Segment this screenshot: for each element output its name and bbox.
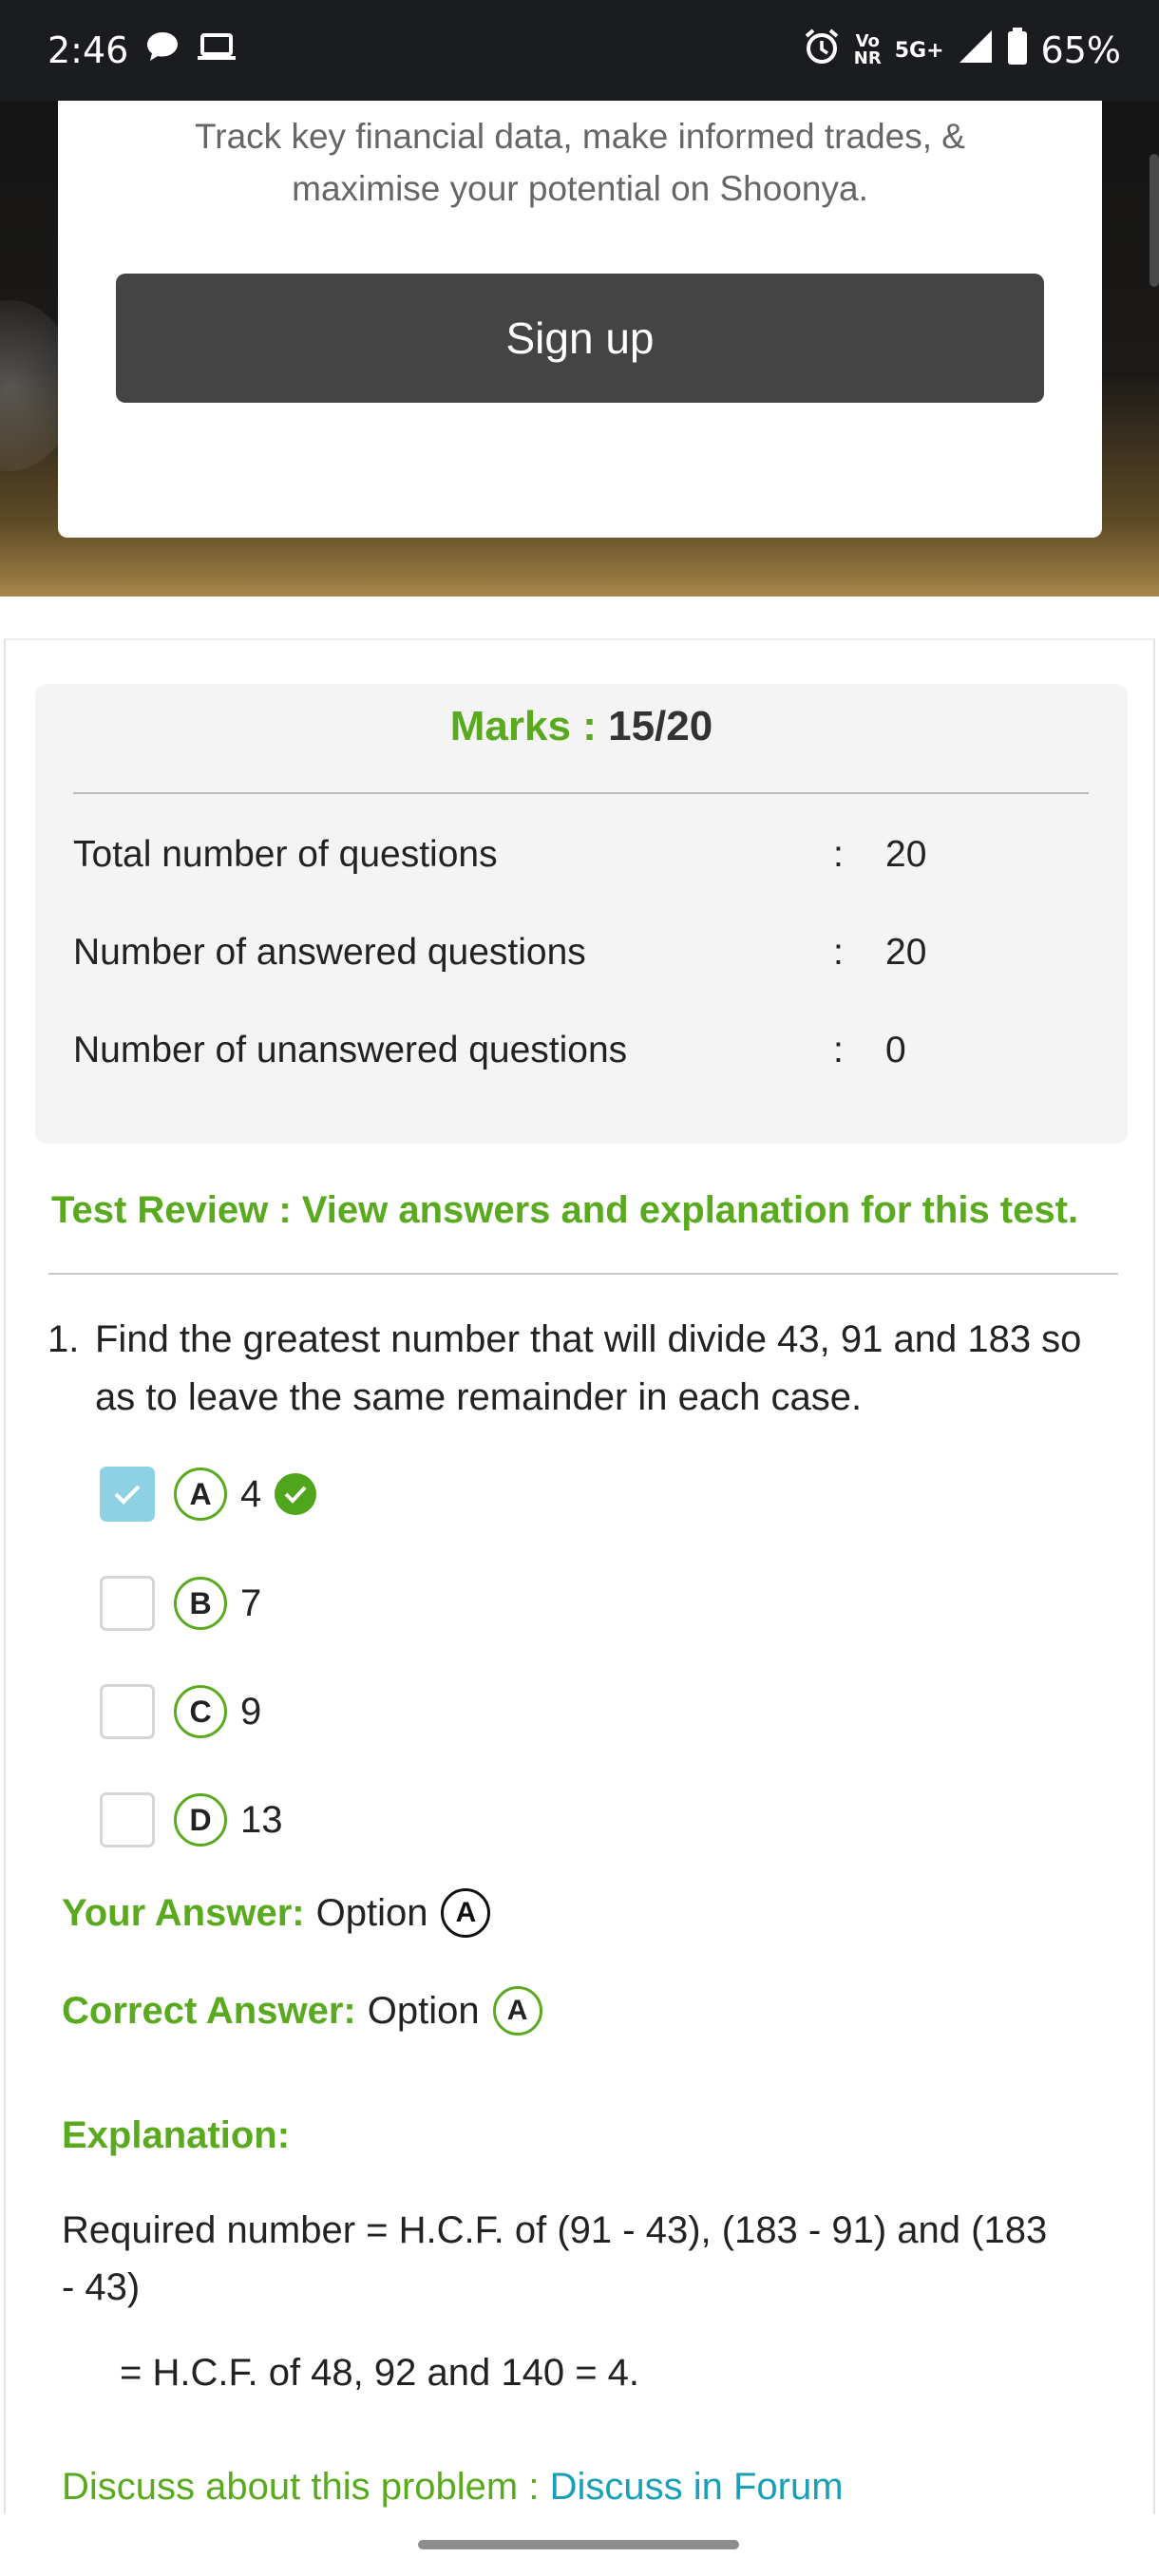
marks-value: 15/20 (608, 703, 713, 749)
question-number: 1. (48, 1318, 80, 1360)
explanation-label: Explanation: (62, 2114, 291, 2156)
test-review-link[interactable]: Test Review : View answers and explanati… (51, 1189, 1078, 1232)
marks-label: Marks : (449, 703, 597, 749)
question-text: Find the greatest number that will divid… (95, 1318, 1082, 1418)
option-checkbox[interactable] (100, 1684, 155, 1739)
correct-check-icon (275, 1473, 317, 1515)
stat-label: Total number of questions (73, 834, 498, 875)
battery-percent: 65% (1040, 29, 1121, 71)
question: 1. Find the greatest number that will di… (48, 1311, 1130, 1427)
discuss-line: Discuss about this problem : Discuss in … (62, 2466, 844, 2509)
laptop-icon (197, 29, 237, 71)
option-a[interactable]: A 4 (100, 1464, 317, 1525)
signup-button[interactable]: Sign up (116, 274, 1044, 403)
stat-value: 20 (885, 932, 927, 973)
status-bar: 2:46 Vo NR 5G+ 65% (0, 0, 1159, 101)
option-letter: A (174, 1468, 227, 1521)
correct-answer: Correct Answer: Option A (62, 1986, 542, 2036)
your-answer-text: Option (315, 1891, 428, 1934)
your-answer-badge: A (441, 1888, 491, 1938)
option-checkbox[interactable] (100, 1467, 155, 1522)
option-text: 4 (240, 1472, 262, 1515)
nr-label: NR (853, 48, 882, 68)
option-text: 13 (240, 1798, 283, 1841)
score-summary: Marks : 15/20 Total number of questions … (35, 684, 1128, 1144)
discuss-forum-link[interactable]: Discuss in Forum (550, 2466, 844, 2508)
option-b[interactable]: B 7 (100, 1573, 275, 1634)
ad-banner: Track key financial data, make informed … (0, 101, 1159, 597)
chat-notification-icon (145, 29, 180, 71)
stat-value: 20 (885, 834, 927, 875)
option-d[interactable]: D 13 (100, 1790, 296, 1850)
option-checkbox[interactable] (100, 1576, 155, 1631)
ad-card: Track key financial data, make informed … (58, 101, 1102, 538)
your-answer: Your Answer: Option A (62, 1888, 491, 1938)
signal-icon (958, 28, 994, 73)
alarm-icon (803, 28, 841, 74)
your-answer-label: Your Answer: (62, 1891, 305, 1934)
volte-indicator: Vo NR (854, 33, 882, 67)
divider (73, 792, 1089, 794)
stat-label: Number of unanswered questions (73, 1030, 628, 1070)
marks-title: Marks : 15/20 (35, 703, 1128, 750)
option-letter: D (174, 1793, 227, 1847)
divider (48, 1273, 1118, 1275)
status-time: 2:46 (48, 29, 129, 71)
option-text: 7 (240, 1582, 262, 1624)
network-type: 5G+ (894, 38, 944, 63)
battery-icon (1007, 27, 1028, 74)
explanation-result: = H.C.F. of 48, 92 and 140 = 4. (120, 2352, 640, 2394)
option-checkbox[interactable] (100, 1792, 155, 1847)
home-indicator[interactable] (418, 2540, 739, 2549)
correct-answer-badge: A (492, 1986, 542, 2036)
explanation-text: Required number = H.C.F. of (91 - 43), (… (62, 2209, 1048, 2308)
option-letter: C (174, 1685, 227, 1738)
correct-answer-text: Option (367, 1989, 480, 2032)
option-c[interactable]: C 9 (100, 1681, 275, 1742)
discuss-prefix: Discuss about this problem : (62, 2466, 540, 2508)
ad-description: Track key financial data, make informed … (195, 117, 965, 208)
stat-label: Number of answered questions (73, 932, 586, 973)
option-letter: B (174, 1577, 227, 1630)
option-text: 9 (240, 1690, 262, 1733)
status-left: 2:46 (48, 29, 237, 71)
status-right: Vo NR 5G+ 65% (803, 27, 1121, 74)
stat-colon: : (833, 932, 844, 973)
correct-answer-label: Correct Answer: (62, 1989, 356, 2032)
stat-colon: : (833, 834, 844, 875)
stat-value: 0 (885, 1030, 906, 1070)
checkmark-icon (114, 1485, 141, 1505)
stat-colon: : (833, 1030, 844, 1070)
ad-scrollbar[interactable] (1150, 154, 1159, 287)
